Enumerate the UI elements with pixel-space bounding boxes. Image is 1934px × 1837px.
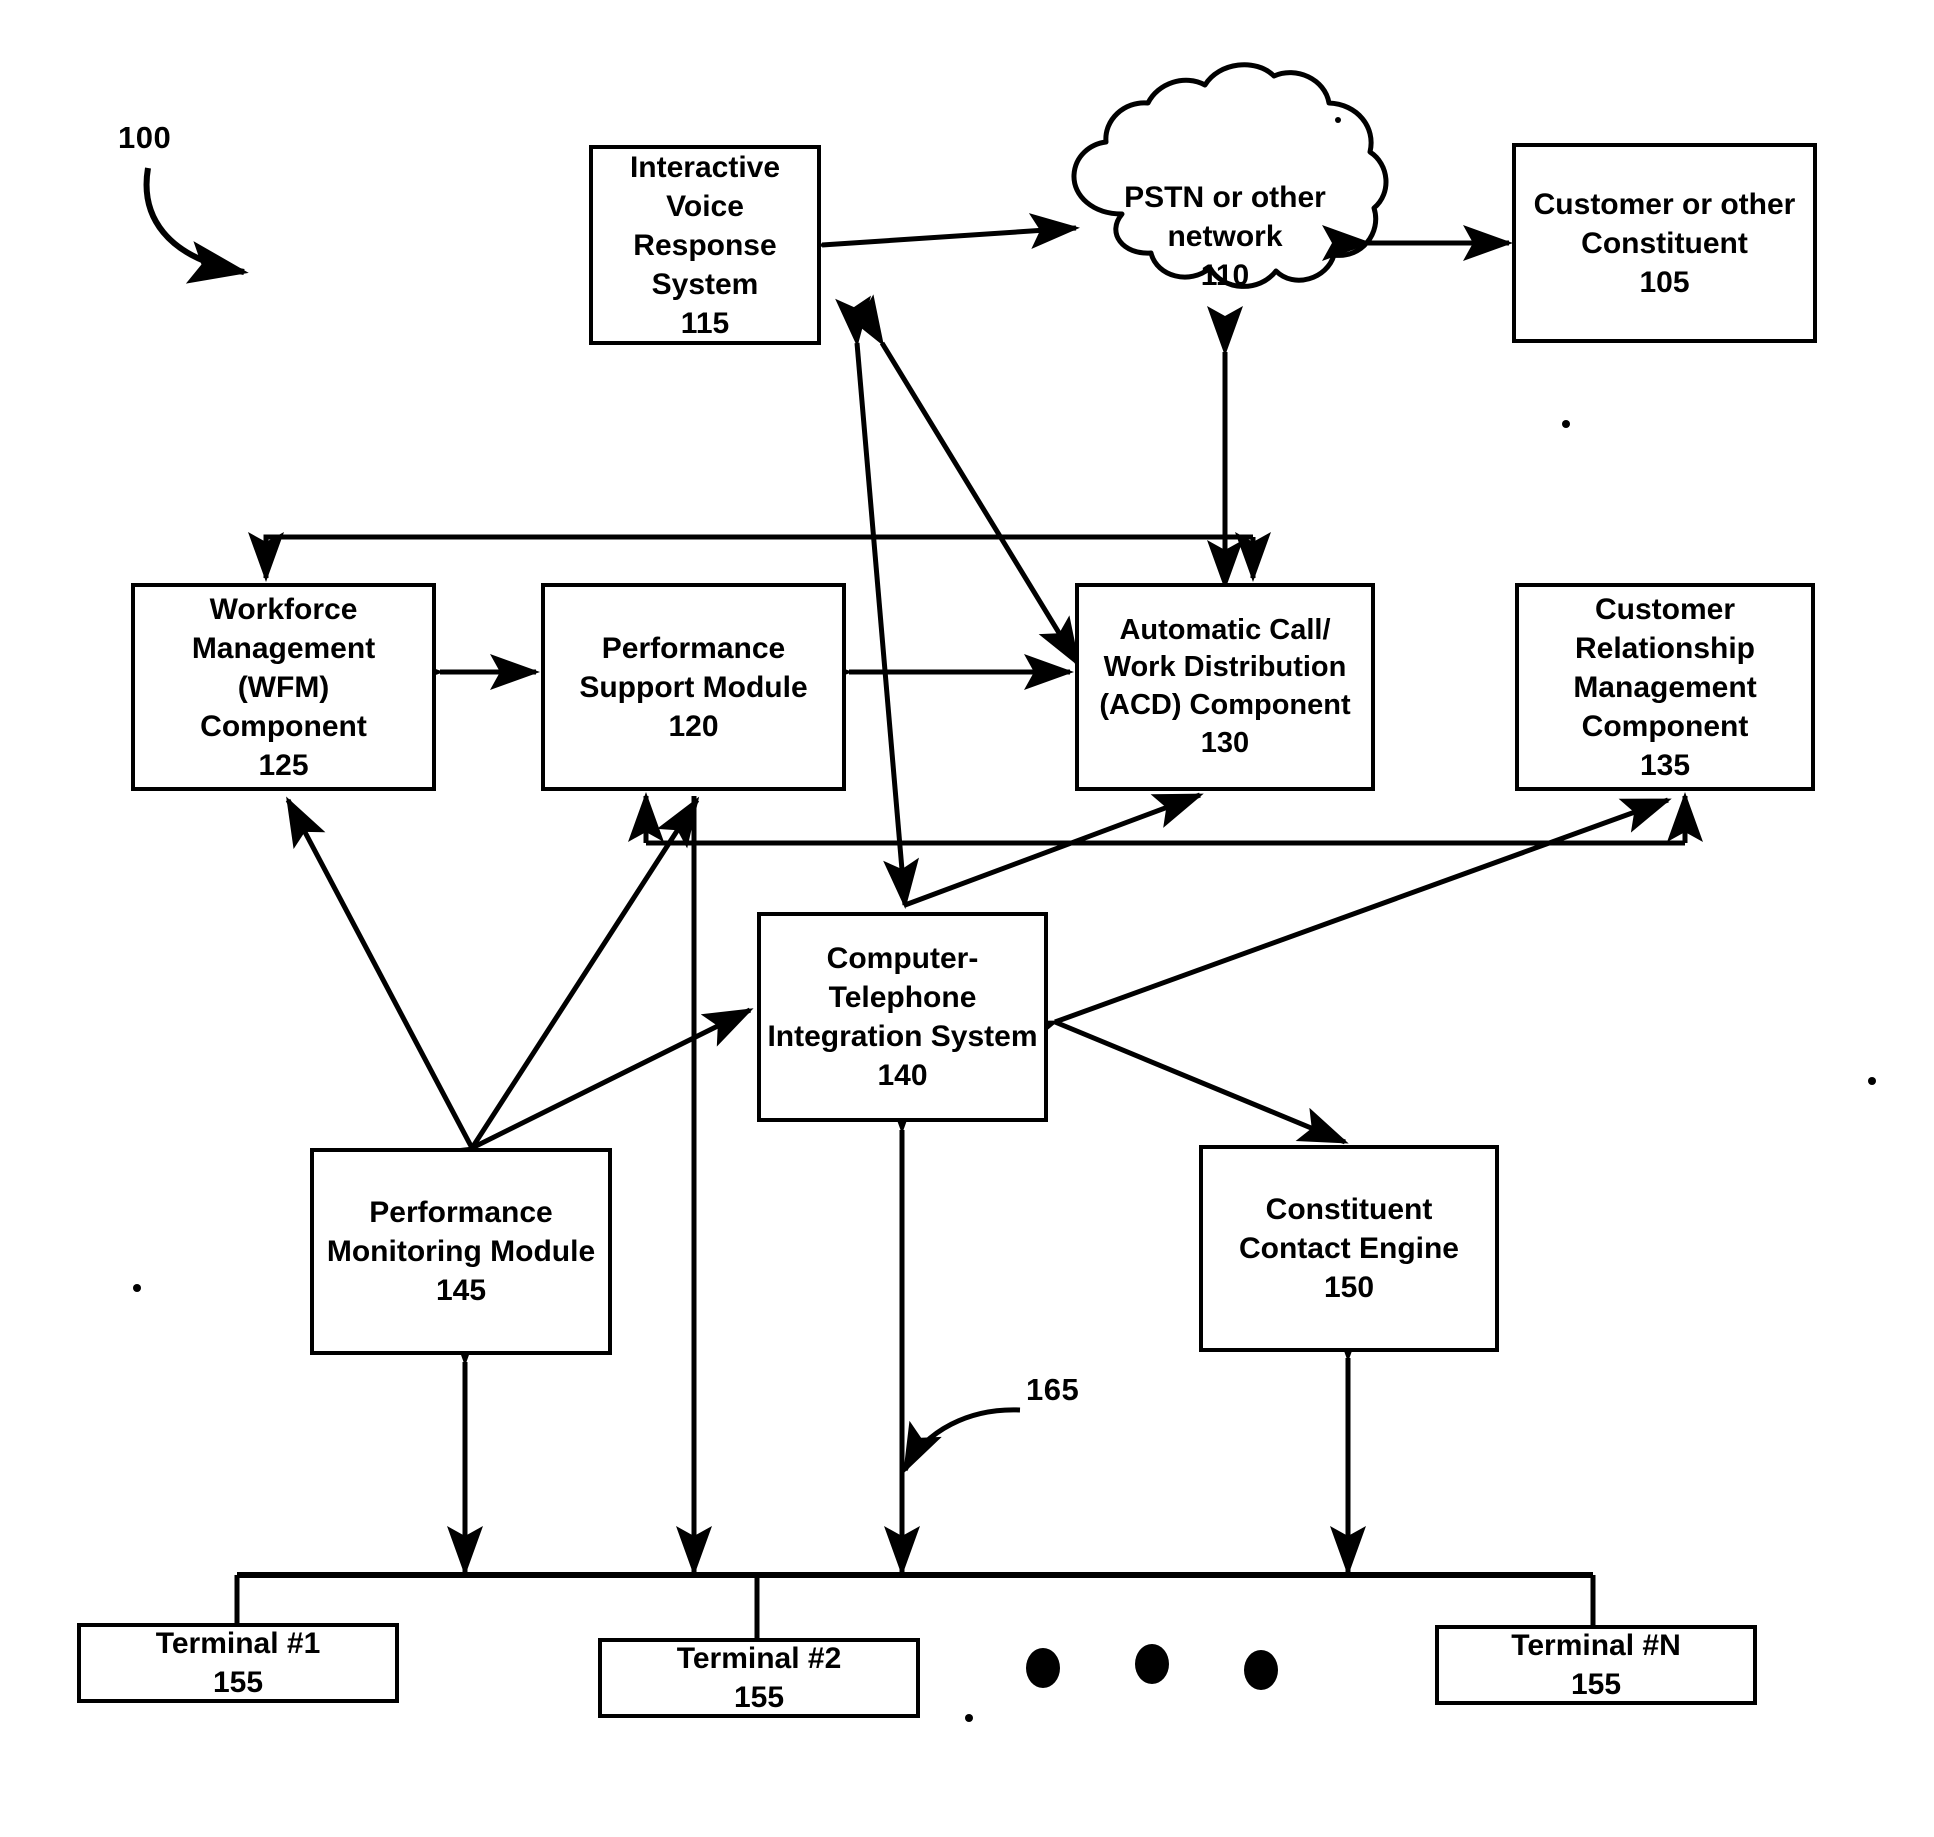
node-constituent-contact-engine[interactable]: Constituent Contact Engine 150 — [1199, 1145, 1499, 1352]
ellipsis-dot-icon — [1244, 1650, 1278, 1690]
edge-ivr-cti — [835, 295, 920, 909]
scan-speck — [1335, 117, 1341, 123]
node-label-terminal1: Terminal #1 155 — [155, 1627, 321, 1699]
node-label-customer: Customer or other Constituent 105 — [1533, 187, 1796, 299]
scan-speck — [1562, 420, 1570, 428]
edge-ivr-acd — [842, 294, 1081, 668]
node-label-acd: Automatic Call/ Work Distribution (ACD) … — [1099, 613, 1351, 759]
node-label-ivr: Interactive Voice Response System 115 — [629, 150, 781, 340]
node-performance-support-module[interactable]: Performance Support Module 120 — [541, 583, 846, 791]
bus-ref-leader — [902, 1407, 1021, 1474]
ellipsis-dot-icon — [1135, 1644, 1169, 1684]
node-label-cce: Constituent Contact Engine 150 — [1238, 1193, 1459, 1304]
node-workforce-management-component[interactable]: Workforce Management (WFM) Component 125 — [131, 583, 436, 791]
edge-psm-crm-bus — [628, 791, 1704, 846]
ellipsis-dot-icon — [1026, 1648, 1060, 1688]
node-computer-telephone-integration-system[interactable]: Computer- Telephone Integration System 1… — [757, 912, 1048, 1122]
scan-speck — [965, 1714, 973, 1722]
node-automatic-call-work-distribution-component[interactable]: Automatic Call/ Work Distribution (ACD) … — [1075, 583, 1375, 791]
node-label-terminal2: Terminal #2 155 — [676, 1642, 842, 1714]
scan-speck — [133, 1284, 141, 1292]
figure-reference-number: 100 — [118, 120, 172, 155]
node-label-psm: Performance Support Module 120 — [579, 631, 808, 743]
edge-ivr-pstn — [774, 213, 1080, 267]
node-label-terminaln: Terminal #N 155 — [1511, 1629, 1681, 1701]
edge-pmm-psm — [431, 796, 700, 1197]
scan-speck — [1868, 1077, 1876, 1085]
figure-ref-leader — [143, 167, 249, 284]
edge-cti-acd — [904, 792, 1204, 908]
node-label-crm: Customer Relationship Management Compone… — [1573, 592, 1757, 782]
edge-acd-wfm-bus — [247, 532, 1271, 583]
node-label-wfm: Workforce Management (WFM) Component 125 — [191, 592, 376, 782]
node-terminal-1[interactable]: Terminal #1 155 — [77, 1623, 399, 1703]
node-customer-or-other-constituent[interactable]: Customer or other Constituent 105 — [1512, 143, 1817, 343]
node-label-pmm: Performance Monitoring Module 145 — [326, 1196, 596, 1307]
patent-figure-canvas: 100 165 Interactive Voice Response Syste… — [0, 0, 1934, 1837]
bus-reference-number: 165 — [1026, 1372, 1080, 1407]
node-customer-relationship-management-component[interactable]: Customer Relationship Management Compone… — [1515, 583, 1815, 791]
edge-cti-crm — [1005, 797, 1672, 1055]
node-performance-monitoring-module[interactable]: Performance Monitoring Module 145 — [310, 1148, 612, 1355]
node-terminal-n[interactable]: Terminal #N 155 — [1435, 1625, 1757, 1705]
node-interactive-voice-response-system[interactable]: Interactive Voice Response System 115 — [589, 145, 821, 345]
edge-pmm-wfm — [285, 796, 510, 1198]
node-label-cti: Computer- Telephone Integration System 1… — [767, 942, 1038, 1092]
node-pstn-network[interactable]: PSTN or other network 110 — [1090, 178, 1360, 295]
edge-cti-cce — [1054, 1019, 1349, 1145]
node-terminal-2[interactable]: Terminal #2 155 — [598, 1638, 920, 1718]
